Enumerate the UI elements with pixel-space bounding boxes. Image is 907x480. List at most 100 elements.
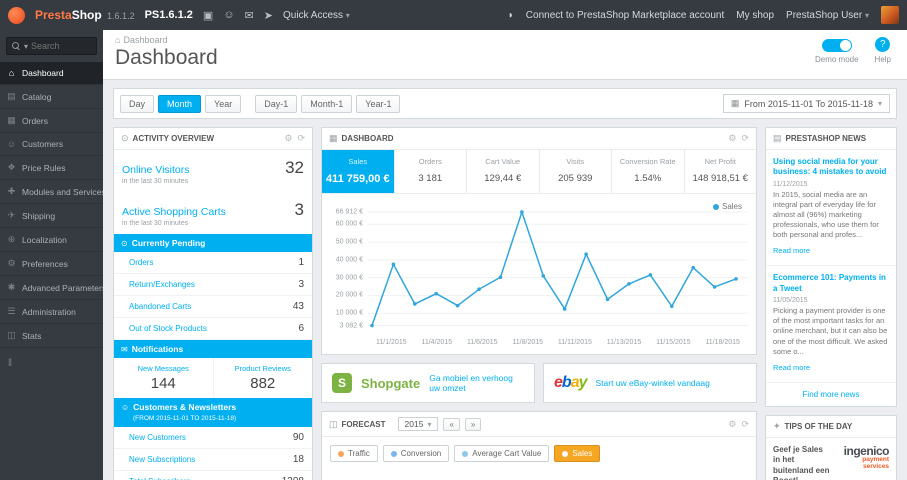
- customers-newsletters-header: ☺ Customers & Newsletters (FROM 2015-11-…: [114, 398, 312, 427]
- sidebar-item-localization[interactable]: ⊕ Localization: [0, 228, 103, 252]
- abandoned-carts-row[interactable]: Abandoned Carts 43: [114, 296, 312, 318]
- row-value: 3: [298, 279, 304, 290]
- kpi-net-profit[interactable]: Net Profit 148 918,51 €: [685, 150, 757, 193]
- search-input[interactable]: [31, 41, 86, 51]
- sidebar-item-customers[interactable]: ☺ Customers: [0, 133, 103, 156]
- out-of-stock-row[interactable]: Out of Stock Products 6: [114, 318, 312, 340]
- sidebar-item-preferences[interactable]: ⚙ Preferences: [0, 252, 103, 276]
- sidebar-item-price-rules[interactable]: ❖ Price Rules: [0, 156, 103, 180]
- help-icon[interactable]: ?: [875, 37, 891, 52]
- gear-icon[interactable]: ⚙: [284, 133, 292, 144]
- sidebar-item-dashboard[interactable]: ⌂ Dashboard: [0, 62, 103, 85]
- sidebar-item-modules[interactable]: ✚ Modules and Services: [0, 180, 103, 204]
- notifications-header: ✉ Notifications: [114, 340, 312, 358]
- filter-day-button[interactable]: Day: [120, 94, 155, 113]
- kpi-sales[interactable]: Sales 411 759,00 €: [322, 150, 395, 193]
- demo-mode-toggle[interactable]: [821, 39, 852, 52]
- brand: PrestaShop 1.6.1.2: [35, 8, 135, 22]
- forecast-next-button[interactable]: »: [464, 417, 482, 431]
- filter-year-1-button[interactable]: Year-1: [356, 94, 401, 113]
- read-more-link[interactable]: Read more: [773, 363, 810, 372]
- product-reviews-label: Product Reviews: [234, 364, 291, 373]
- toggle-label: Average Cart Value: [472, 449, 542, 458]
- kpi-cart-value[interactable]: Cart Value 129,44 €: [467, 150, 540, 193]
- active-carts-stat[interactable]: Active Shopping Carts 3: [114, 192, 312, 220]
- shopgate-link[interactable]: Ga mobiel en verhoog uw omzet: [429, 373, 524, 393]
- date-range-label: From 2015-11-01 To 2015-11-18: [744, 98, 873, 109]
- row-label: Out of Stock Products: [129, 324, 207, 333]
- shopgate-module-ad[interactable]: S Shopgate Ga mobiel en verhoog uw omzet: [321, 363, 535, 403]
- forecast-toggle-sales[interactable]: Sales: [554, 445, 601, 462]
- sales-line-chart[interactable]: [368, 204, 748, 336]
- user-menu[interactable]: PrestaShop User ▾: [786, 10, 869, 21]
- product-reviews-cell[interactable]: Product Reviews 882: [212, 358, 313, 398]
- filter-day-1-button[interactable]: Day-1: [255, 94, 298, 113]
- news-article-title[interactable]: Using social media for your business: 4 …: [773, 157, 889, 178]
- toggle-label: Conversion: [400, 449, 442, 458]
- customers-notification-icon[interactable]: ☺: [223, 9, 234, 22]
- active-carts-sub: in the last 30 minutes: [122, 220, 189, 227]
- forecast-toggle-traffic[interactable]: Traffic: [330, 445, 378, 462]
- forecast-prev-button[interactable]: «: [443, 417, 460, 431]
- sidebar-item-administration[interactable]: ☰ Administration: [0, 300, 103, 324]
- quick-access-menu[interactable]: Quick Access ▾: [283, 10, 350, 21]
- sidebar-item-advanced-parameters[interactable]: ✱ Advanced Parameters: [0, 276, 103, 300]
- sidebar-item-catalog[interactable]: ▤ Catalog: [0, 85, 103, 109]
- forecast-toggle-conversion[interactable]: Conversion: [382, 445, 450, 462]
- refresh-icon[interactable]: ⟳: [741, 419, 749, 430]
- filter-month-button[interactable]: Month: [158, 94, 202, 113]
- kpi-conversion-rate[interactable]: Conversion Rate 1.54%: [612, 150, 685, 193]
- new-customers-row[interactable]: New Customers 90: [114, 427, 312, 449]
- gear-icon[interactable]: ⚙: [728, 133, 736, 144]
- filter-month-1-button[interactable]: Month-1: [301, 94, 353, 113]
- sidebar-collapse-button[interactable]: ‖: [0, 348, 103, 379]
- messages-notification-icon[interactable]: ✉: [245, 9, 254, 22]
- sidebar-item-orders[interactable]: ▦ Orders: [0, 109, 103, 133]
- series-dot-icon: [390, 450, 397, 457]
- kpi-visits[interactable]: Visits 205 939: [540, 150, 612, 193]
- new-subscriptions-row[interactable]: New Subscriptions 18: [114, 449, 312, 471]
- read-more-link[interactable]: Read more: [773, 246, 810, 255]
- forecast-toggle-average-cart-value[interactable]: Average Cart Value: [454, 445, 550, 462]
- active-carts-label: Active Shopping Carts: [122, 206, 226, 218]
- pending-orders-row[interactable]: Orders 1: [114, 252, 312, 274]
- ebay-link[interactable]: Start uw eBay-winkel vandaag: [596, 378, 710, 388]
- orders-notification-icon[interactable]: ▣: [203, 9, 213, 22]
- filter-year-button[interactable]: Year: [205, 94, 242, 113]
- sidebar-search[interactable]: ▾: [6, 37, 97, 55]
- forecast-year-value: 2015: [404, 419, 424, 429]
- my-shop-link[interactable]: My shop: [736, 10, 774, 21]
- find-more-news-link[interactable]: Find more news: [766, 383, 896, 406]
- new-messages-cell[interactable]: New Messages 144: [114, 358, 213, 398]
- refresh-icon[interactable]: ⟳: [297, 133, 305, 144]
- onboarding-rocket-icon[interactable]: ➤: [264, 9, 273, 22]
- kpi-value: 148 918,51 €: [692, 173, 748, 184]
- chevron-down-icon[interactable]: ▾: [24, 42, 28, 51]
- prestashop-news-panel: ▤ PRESTASHOP NEWS Using social media for…: [765, 127, 897, 407]
- online-visitors-stat[interactable]: Online Visitors 32: [114, 150, 312, 178]
- ebay-module-ad[interactable]: ebay Start uw eBay-winkel vandaag: [543, 363, 757, 403]
- forecast-year-select[interactable]: 2015 ▾: [397, 417, 439, 431]
- row-label: Abandoned Carts: [129, 302, 192, 311]
- main-content: ⌂ Dashboard Dashboard Demo mode ? Help Da…: [103, 30, 907, 480]
- news-article: Using social media for your business: 4 …: [766, 150, 896, 267]
- refresh-icon[interactable]: ⟳: [741, 133, 749, 144]
- breadcrumb-label: Dashboard: [123, 35, 168, 45]
- sidebar-item-stats[interactable]: ◫ Stats: [0, 324, 103, 348]
- total-subscribers-row[interactable]: Total Subscribers 1308: [114, 471, 312, 480]
- sidebar-item-shipping[interactable]: ✈ Shipping: [0, 204, 103, 228]
- date-range-picker[interactable]: ▦ From 2015-11-01 To 2015-11-18 ▾: [722, 94, 890, 113]
- search-icon: [12, 41, 21, 51]
- user-avatar[interactable]: [881, 6, 899, 24]
- news-article-title[interactable]: Ecommerce 101: Payments in a Tweet: [773, 273, 889, 294]
- gear-icon[interactable]: ⚙: [728, 419, 736, 430]
- shop-name[interactable]: PS1.6.1.2: [145, 9, 193, 21]
- kpi-orders[interactable]: Orders 3 181: [395, 150, 467, 193]
- breadcrumb[interactable]: ⌂ Dashboard: [115, 35, 895, 45]
- marketplace-link[interactable]: Connect to PrestaShop Marketplace accoun…: [526, 10, 724, 21]
- row-value: 43: [292, 301, 304, 312]
- legend-label: Sales: [721, 202, 742, 211]
- price-tag-icon: ❖: [7, 162, 16, 172]
- pending-returns-row[interactable]: Return/Exchanges 3: [114, 274, 312, 296]
- kpi-label: Sales: [348, 157, 368, 166]
